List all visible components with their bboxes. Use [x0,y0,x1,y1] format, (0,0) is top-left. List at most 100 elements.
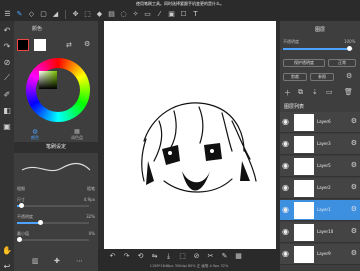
layer-gear-icon[interactable]: ⚙ [351,205,357,213]
gradient-icon[interactable]: ▤ [107,10,116,19]
min-slider[interactable] [17,237,89,242]
pen-icon[interactable]: ✎ [15,10,24,19]
back-icon[interactable]: ↩ [2,261,12,271]
size-slider[interactable] [17,203,89,208]
layer-item[interactable]: ◉ Layer3 ⚙ [280,134,360,155]
menu-icon[interactable]: ☰ [3,10,12,19]
reference-button[interactable]: 参照 [310,73,334,81]
folder-layer-icon[interactable]: ▭ [326,88,333,96]
lasso-icon[interactable]: ◌ [119,10,128,19]
opacity-slider-knob[interactable] [38,220,44,225]
hand-icon[interactable]: ✋ [2,245,12,255]
min-value: 0% [88,231,95,236]
eye-icon[interactable]: ◉ [282,205,289,214]
duplicate-layer-icon[interactable]: ⧉ [298,88,303,97]
swap-colors-icon[interactable]: ⇄ [66,41,72,49]
layer-item-selected[interactable]: ◉ Layer1 ⚙ [280,200,360,221]
layer-opacity-slider[interactable] [283,46,353,51]
sketch-drawing [141,102,257,193]
layer-opacity-label: 不透明度 [283,39,299,44]
select-all-icon[interactable]: ⬚ [178,252,187,261]
deselect-icon[interactable]: ⊘ [192,252,201,261]
cut-icon[interactable]: ✂ [206,252,215,261]
undo-bottom-icon[interactable]: ↶ [108,252,117,261]
layer-thumbnail [294,114,314,131]
brush-list-icon[interactable]: ▥ [32,257,39,265]
color-settings-gear-icon[interactable]: ⚙ [84,40,90,48]
delete-layer-icon[interactable]: 🗑 [344,88,353,96]
color-toggle-icon[interactable]: ◧ [2,105,12,115]
foreground-color-swatch[interactable] [17,39,29,51]
magic-wand-icon[interactable]: ✧ [131,10,140,19]
rotate-icon[interactable]: ⟲ [136,252,145,261]
eye-icon[interactable]: ◉ [282,161,289,170]
canvas-area[interactable]: ↶ ↷ ⟲ ⇋ ⤓ ⬚ ⊘ ✂ ✎ ▦ 1158*1648px 350dpi 8… [98,21,280,271]
brush-stroke-preview [21,162,91,172]
layer-gear-icon[interactable]: ⚙ [351,161,357,169]
color-wheel[interactable] [26,58,90,122]
select-pen-icon[interactable]: ▭ [143,10,152,19]
layer-item[interactable]: ◉ Layer5 ⚙ [280,156,360,177]
move-icon[interactable]: ✥ [71,10,80,19]
eye-icon[interactable]: ◉ [282,117,289,126]
layer-panel-title: 图层 [314,27,325,33]
undo-icon[interactable]: ↶ [2,25,12,35]
layer-toggle-icon[interactable]: ▣ [2,121,12,131]
ruler-icon[interactable]: ⟋ [2,73,12,83]
fill-icon[interactable]: ◢ [51,10,60,19]
eye-icon[interactable]: ◉ [282,227,289,236]
layer-gear-icon[interactable]: ⚙ [351,139,357,147]
add-layer-icon[interactable]: ＋ [284,88,291,98]
layer-name: Layer2 [317,185,331,190]
layer-item[interactable]: ◉ Layer9 ⚙ [280,244,360,265]
text-icon[interactable]: T [191,10,200,19]
eye-icon[interactable]: ◉ [282,183,289,192]
layer-gear-icon[interactable]: ⚙ [351,117,357,125]
layer-item[interactable]: ◉ Layer2 ⚙ [280,178,360,199]
blur-icon[interactable]: ▣ [167,10,176,19]
drawing-canvas[interactable] [104,21,276,265]
redo-bottom-icon[interactable]: ↷ [122,252,131,261]
opacity-slider[interactable] [17,220,89,225]
save-icon[interactable]: ⤓ [164,252,173,261]
redo-icon[interactable]: ↷ [2,41,12,51]
select-rect-icon[interactable]: ▢ [39,10,48,19]
size-slider-knob[interactable] [18,203,24,208]
smudge-icon[interactable]: ☐ [179,10,188,19]
layer-item[interactable]: ◉ Layer6 ⚙ [280,112,360,133]
brush-add-icon[interactable]: ✚ [54,257,60,265]
saturation-value-square[interactable] [39,71,57,89]
layer-name: Layer1 [317,207,331,212]
bucket-icon[interactable]: ◆ [95,10,104,19]
protect-alpha-button[interactable]: 保护透明度 [283,59,325,67]
merge-layer-icon[interactable]: ⇣ [312,88,318,96]
eye-icon[interactable]: ◉ [282,249,289,258]
pressure-right-label: 粗笔 [87,186,95,191]
more-bottom-icon[interactable]: ▦ [234,252,243,261]
layer-thumbnail [294,158,314,175]
tab-color[interactable]: ◍ 颜色 [14,126,56,140]
layer-gear-icon[interactable]: ⚙ [351,249,357,257]
tool-hint: 使用笔刷工具。同时选择要跟手机变更的是什么。 [0,0,360,8]
top-toolbar: ☰ ✎ ◇ ▢ ◢ ✥ ⬚ ◆ ▤ ◌ ✧ ▭ ⁄ ▣ ☐ T [0,8,360,21]
layer-gear-icon[interactable]: ⚙ [351,183,357,191]
snap-icon[interactable]: ⊘ [2,57,12,67]
background-color-swatch[interactable] [34,39,46,51]
brush-more-icon[interactable]: ⋯ [76,257,83,265]
eyedropper-icon[interactable]: ⁄ [155,10,164,19]
tab-palette[interactable]: ▦ 调色盘 [56,126,98,140]
layer-settings-gear-icon[interactable]: ⚙ [346,72,352,80]
transform-icon[interactable]: ⬚ [83,10,92,19]
layer-list-header: 图层列表 [284,104,305,110]
brush-icon[interactable]: ✐ [2,89,12,99]
blend-mode-select[interactable]: 正常 [328,59,356,67]
pen-quick-icon[interactable]: ✎ [220,252,229,261]
layer-item[interactable]: ◉ Layer10 ⚙ [280,222,360,243]
eraser-icon[interactable]: ◇ [27,10,36,19]
flip-icon[interactable]: ⇋ [150,252,159,261]
eye-icon[interactable]: ◉ [282,139,289,148]
min-slider-knob[interactable] [17,237,22,242]
layer-opacity-knob[interactable] [347,46,352,51]
clipping-button[interactable]: 剪裁 [283,73,307,81]
layer-gear-icon[interactable]: ⚙ [351,227,357,235]
